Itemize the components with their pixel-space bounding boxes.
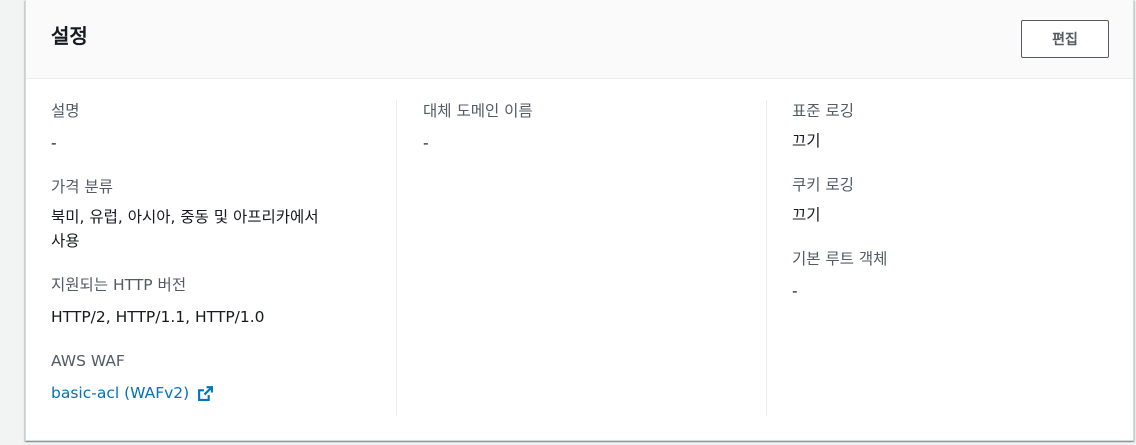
default-root-object-label: 기본 루트 객체 [792, 250, 888, 268]
price-class-value-line1: 북미, 유럽, 아시아, 중동 및 아프리카에서 [51, 208, 319, 226]
price-class-value: 북미, 유럽, 아시아, 중동 및 아프리카에서 사용 [51, 205, 391, 253]
cookie-logging-value: 끄기 [792, 206, 821, 224]
cookie-logging-label: 쿠키 로깅 [792, 176, 854, 194]
standard-logging-field: 표준 로깅 끄기 [792, 100, 887, 153]
description-label: 설명 [51, 102, 80, 120]
http-versions-value: HTTP/2, HTTP/1.1, HTTP/1.0 [51, 308, 265, 326]
panel-header: 설정 편집 [26, 0, 1133, 79]
waf-link[interactable]: basic-acl (WAFv2) [51, 381, 214, 405]
price-class-label: 가격 분류 [51, 178, 113, 196]
description-field: 설명 - [51, 100, 391, 155]
http-versions-field: 지원되는 HTTP 버전 HTTP/2, HTTP/1.1, HTTP/1.0 [51, 274, 391, 329]
alternate-domain-label: 대체 도메인 이름 [423, 102, 533, 120]
edit-button[interactable]: 편집 [1021, 20, 1109, 58]
settings-panel: 설정 편집 설명 - 가격 분류 북미, 유럽, 아시아, 중동 및 아프리카에… [25, 0, 1134, 441]
standard-logging-value: 끄기 [792, 132, 821, 150]
standard-logging-label: 표준 로깅 [792, 102, 854, 120]
waf-field: AWS WAF basic-acl (WAFv2) [51, 350, 391, 405]
external-link-icon [198, 385, 214, 401]
waf-link-text: basic-acl (WAFv2) [51, 384, 190, 402]
settings-column-2: 대체 도메인 이름 - [396, 100, 767, 416]
description-value: - [51, 134, 57, 152]
waf-value: basic-acl (WAFv2) [51, 381, 391, 405]
cookie-logging-field: 쿠키 로깅 끄기 [792, 174, 887, 227]
settings-column-1: 설명 - 가격 분류 북미, 유럽, 아시아, 중동 및 아프리카에서 사용 지… [51, 100, 396, 416]
default-root-object-field: 기본 루트 객체 - [792, 248, 887, 303]
settings-column-3: 표준 로깅 끄기 쿠키 로깅 끄기 기본 루트 객체 - [766, 100, 1107, 416]
panel-title: 설정 [51, 24, 88, 48]
default-root-object-value: - [792, 282, 798, 300]
http-versions-label: 지원되는 HTTP 버전 [51, 276, 187, 294]
price-class-field: 가격 분류 북미, 유럽, 아시아, 중동 및 아프리카에서 사용 [51, 176, 391, 253]
alternate-domain-field: 대체 도메인 이름 - [423, 100, 533, 155]
price-class-value-line2: 사용 [51, 232, 80, 250]
waf-label: AWS WAF [51, 352, 125, 370]
alternate-domain-value: - [423, 134, 429, 152]
